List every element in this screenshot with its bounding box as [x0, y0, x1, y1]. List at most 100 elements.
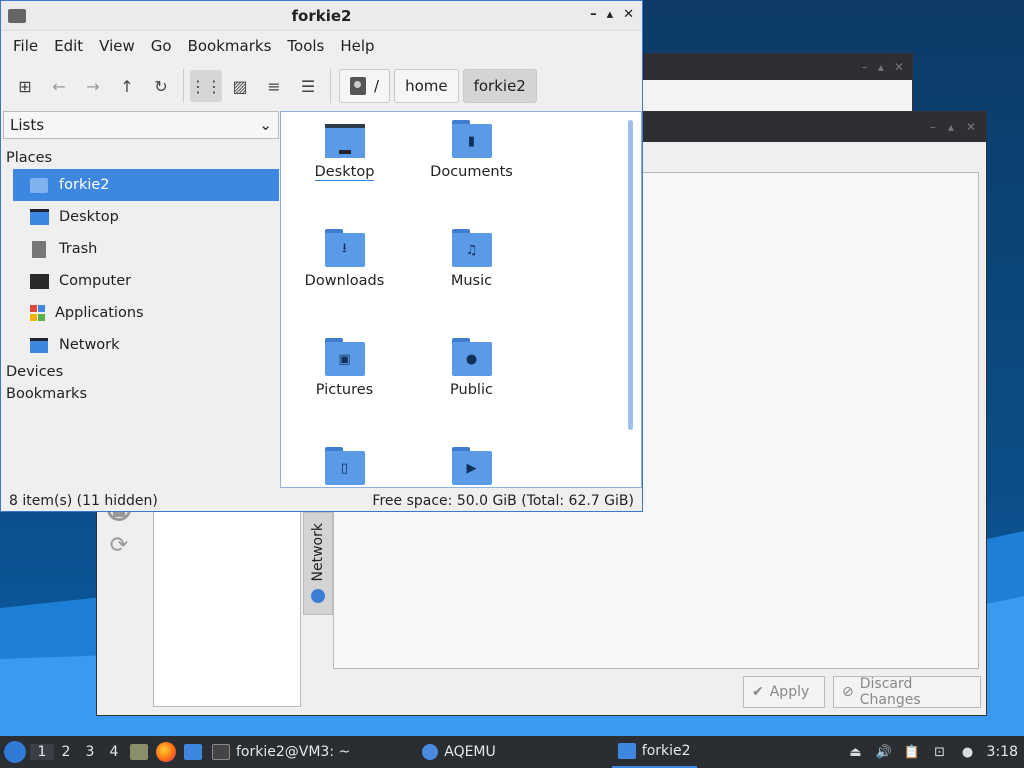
music-folder-icon: ♫	[451, 229, 492, 267]
menu-tools[interactable]: Tools	[279, 37, 332, 55]
eject-icon[interactable]: ⏏	[847, 743, 865, 761]
file-item-documents[interactable]: ▮ Documents	[408, 120, 535, 180]
compact-view-button[interactable]: ≡	[258, 70, 290, 102]
file-item-label: Pictures	[315, 382, 374, 398]
tab-network[interactable]: Network	[303, 512, 333, 615]
sidebar-item-trash[interactable]: Trash	[13, 233, 279, 265]
breadcrumb-root[interactable]: /	[339, 69, 391, 103]
file-item-label: Documents	[430, 164, 513, 180]
up-button[interactable]: ↑	[111, 70, 143, 102]
bookmarks-header[interactable]: Bookmarks	[3, 383, 279, 405]
menu-file[interactable]: File	[5, 37, 46, 55]
quicklaunch-desktop[interactable]	[180, 736, 206, 768]
sidebar-item-forkie2[interactable]: forkie2	[13, 169, 279, 201]
folder-icon	[617, 743, 636, 759]
sidebar-item-applications[interactable]: Applications	[13, 297, 279, 329]
refresh-icon[interactable]: ⟳	[107, 533, 131, 558]
pictures-folder-icon: ▣	[324, 338, 365, 376]
workspace-1[interactable]: 1	[30, 744, 54, 760]
workspace-2[interactable]: 2	[54, 744, 78, 760]
back-button[interactable]: ←	[43, 70, 75, 102]
sidebar-item-label: Computer	[59, 273, 132, 289]
workspace-4[interactable]: 4	[102, 744, 126, 760]
task-terminal[interactable]: forkie2@VM3: ~	[206, 736, 356, 768]
toolbar-separator	[183, 69, 184, 103]
file-view[interactable]: Desktop ▮ Documents ⭳ Downloads ♫ Music …	[280, 111, 642, 488]
sidebar-mode-select[interactable]: Lists ⌄	[3, 111, 279, 139]
drive-icon	[350, 77, 366, 95]
sidebar-item-network[interactable]: Network	[13, 329, 279, 361]
task-file-manager[interactable]: forkie2	[611, 736, 697, 768]
workspace-3[interactable]: 3	[78, 744, 102, 760]
menu-edit[interactable]: Edit	[46, 37, 91, 55]
discard-changes-button[interactable]: ⊘ Discard Changes	[833, 676, 981, 708]
background-window-titlebar[interactable]: – ▴ ✕	[601, 54, 912, 80]
menu-help[interactable]: Help	[332, 37, 382, 55]
image-icon: ▨	[232, 76, 248, 96]
file-item-pictures[interactable]: ▣ Pictures	[281, 338, 408, 398]
detailed-view-button[interactable]: ☰	[292, 70, 324, 102]
file-item-videos[interactable]: ▶	[408, 447, 535, 487]
sidebar-mode-value: Lists	[10, 116, 45, 134]
minimize-button[interactable]: –	[590, 7, 597, 22]
quicklaunch-files[interactable]	[126, 736, 152, 768]
clipboard-icon[interactable]: 📋	[903, 743, 921, 761]
breadcrumb-forkie2[interactable]: forkie2	[462, 69, 537, 103]
menu-bookmarks[interactable]: Bookmarks	[180, 37, 280, 55]
close-button[interactable]: ✕	[623, 7, 634, 22]
reload-button[interactable]: ↻	[145, 70, 177, 102]
file-item-label: Desktop	[314, 164, 375, 181]
sidebar-item-label: Trash	[59, 241, 98, 257]
clock[interactable]: 3:18	[987, 744, 1018, 760]
detailed-list-icon: ☰	[300, 76, 316, 96]
public-folder-icon: ●	[451, 338, 492, 376]
places-header[interactable]: Places	[3, 147, 279, 169]
forward-button[interactable]: →	[77, 70, 109, 102]
reload-icon: ↻	[154, 76, 168, 96]
arrow-right-icon: →	[86, 76, 100, 96]
taskbar: 1 2 3 4 forkie2@VM3: ~ AQEMU forkie2 ⏏ 🔊…	[0, 736, 1024, 768]
desktop-icon	[29, 208, 49, 226]
window-titlebar[interactable]: forkie2 – ▴ ✕	[1, 1, 642, 31]
new-tab-icon: ⊞	[18, 76, 32, 96]
maximize-button[interactable]: ▴	[607, 7, 614, 22]
lubuntu-logo-icon	[4, 741, 26, 763]
menu-go[interactable]: Go	[143, 37, 180, 55]
sidebar-item-desktop[interactable]: Desktop	[13, 201, 279, 233]
desktop-folder-icon	[324, 120, 365, 158]
videos-folder-icon: ▶	[451, 447, 492, 485]
updates-icon[interactable]: ●	[959, 743, 977, 761]
quicklaunch-firefox[interactable]	[152, 736, 180, 768]
breadcrumb-home[interactable]: home	[394, 69, 459, 103]
vertical-scrollbar[interactable]	[628, 120, 633, 430]
file-item-public[interactable]: ● Public	[408, 338, 535, 398]
menu-view[interactable]: View	[91, 37, 143, 55]
terminal-icon	[212, 744, 230, 760]
file-item-downloads[interactable]: ⭳ Downloads	[281, 229, 408, 289]
task-aqemu[interactable]: AQEMU	[416, 736, 502, 768]
task-terminal-label: forkie2@VM3: ~	[236, 744, 351, 760]
volume-icon[interactable]: 🔊	[875, 743, 893, 761]
background-window[interactable]: – ▴ ✕	[600, 53, 913, 113]
file-item-templates[interactable]: ▯	[281, 447, 408, 487]
computer-icon	[29, 272, 49, 290]
file-item-desktop[interactable]: Desktop	[281, 120, 408, 181]
new-tab-button[interactable]: ⊞	[9, 70, 41, 102]
trash-icon	[29, 240, 49, 258]
devices-header[interactable]: Devices	[3, 361, 279, 383]
network-tray-icon[interactable]: ⊡	[931, 743, 949, 761]
sidebar-item-computer[interactable]: Computer	[13, 265, 279, 297]
start-menu-button[interactable]	[0, 736, 30, 768]
icon-view-button[interactable]: ⋮⋮	[190, 70, 222, 102]
file-item-label: Music	[450, 273, 493, 289]
free-space: Free space: 50.0 GiB (Total: 62.7 GiB)	[372, 493, 634, 509]
file-item-music[interactable]: ♫ Music	[408, 229, 535, 289]
cancel-icon: ⊘	[842, 684, 854, 700]
file-manager-window[interactable]: forkie2 – ▴ ✕ File Edit View Go Bookmark…	[0, 0, 643, 512]
sidebar: Lists ⌄ Places forkie2 Desktop Trash Com…	[3, 111, 279, 489]
applications-icon	[29, 305, 45, 321]
thumbnail-view-button[interactable]: ▨	[224, 70, 256, 102]
aqemu-icon	[422, 744, 439, 760]
apply-button-label: Apply	[769, 684, 810, 700]
apply-button[interactable]: ✔ Apply	[743, 676, 825, 708]
